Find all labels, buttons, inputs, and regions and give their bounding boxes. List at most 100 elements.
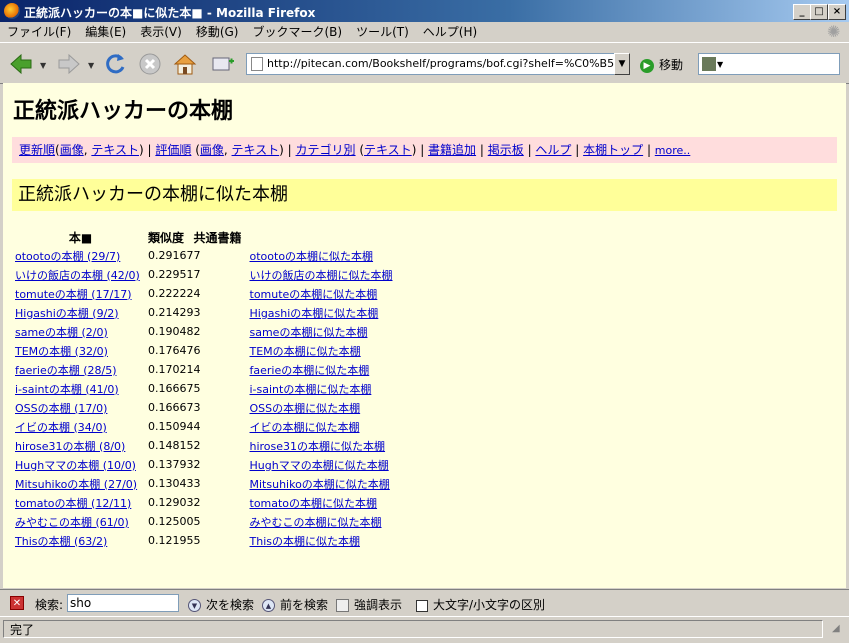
col-header-similarity: 類似度 — [148, 230, 185, 245]
shelf-link[interactable]: otootoの本棚 (29/7) — [15, 250, 120, 263]
shelf-link[interactable]: i-saintの本棚 (41/0) — [15, 383, 119, 396]
similar-shelves-link[interactable]: hirose31の本棚に似た本棚 — [250, 440, 386, 453]
navigation-toolbar: ▼ ▼ http://pitecan.com/Bookshelf/program… — [0, 42, 849, 84]
nav-link-rating-text[interactable]: テキスト — [232, 143, 280, 157]
shelf-link[interactable]: Thisの本棚 (63/2) — [15, 535, 107, 548]
checkbox-icon — [416, 599, 428, 612]
common-books-count: 7 — [193, 249, 201, 262]
new-tab-icon[interactable] — [210, 51, 236, 77]
col-header-shelf: 本■ — [68, 230, 93, 245]
menu-bookmarks[interactable]: ブックマーク(B) — [245, 22, 349, 42]
shelf-nav-bar: 更新順(画像, テキスト) | 評価順 (画像, テキスト) | カテゴリ別 (… — [12, 137, 837, 163]
url-input[interactable]: http://pitecan.com/Bookshelf/programs/bo… — [246, 53, 618, 75]
menu-view[interactable]: 表示(V) — [133, 22, 189, 42]
similar-shelves-table: 本■ 類似度 共通書籍 otootoの本棚 (29/7) 0.29167 7 otoo… — [13, 228, 393, 550]
similarity-score: 0.19048 — [148, 325, 194, 338]
back-history-dropdown-icon[interactable]: ▼ — [40, 61, 46, 70]
nav-link-category-text[interactable]: テキスト — [364, 143, 412, 157]
highlight-button[interactable]: 強調表示 — [336, 596, 402, 613]
nav-link-rating-image[interactable]: 画像 — [200, 143, 224, 157]
shelf-link[interactable]: tomatoの本棚 (12/11) — [15, 497, 131, 510]
table-row: sameの本棚 (2/0) 0.19048 2 sameの本棚に似た本棚 — [13, 322, 393, 341]
nav-link-help[interactable]: ヘルプ — [535, 143, 571, 157]
similar-shelves-link[interactable]: イビの本棚に似た本棚 — [250, 421, 360, 434]
menu-tools[interactable]: ツール(T) — [349, 22, 416, 42]
find-next-button[interactable]: ▼ 次を検索 — [188, 596, 254, 613]
similarity-score: 0.12500 — [148, 515, 194, 528]
similar-shelves-link[interactable]: i-saintの本棚に似た本棚 — [250, 383, 372, 396]
menu-file[interactable]: ファイル(F) — [0, 22, 78, 42]
nav-link-more[interactable]: more.. — [655, 144, 691, 157]
nav-link-recent-image[interactable]: 画像 — [60, 143, 84, 157]
shelf-link[interactable]: hirose31の本棚 (8/0) — [15, 440, 125, 453]
back-arrow-icon[interactable] — [8, 51, 34, 77]
nav-link-recent-text[interactable]: テキスト — [91, 143, 139, 157]
similar-shelves-link[interactable]: tomuteの本棚に似た本棚 — [250, 288, 378, 301]
nav-link-bbs[interactable]: 掲示板 — [488, 143, 524, 157]
shelf-link[interactable]: OSSの本棚 (17/0) — [15, 402, 107, 415]
common-books-count: 3 — [193, 477, 201, 490]
nav-link-rating[interactable]: 評価順 — [155, 143, 191, 157]
search-engine-dropdown-icon[interactable]: ▼ — [717, 60, 723, 69]
shelf-link[interactable]: イビの本棚 (34/0) — [15, 421, 107, 434]
similar-shelves-link[interactable]: いけの飯店の本棚に似た本棚 — [250, 269, 393, 282]
shelf-link[interactable]: みやむこの本棚 (61/0) — [15, 516, 129, 529]
shelf-link[interactable]: faerieの本棚 (28/5) — [15, 364, 117, 377]
similar-shelves-link[interactable]: TEMの本棚に似た本棚 — [250, 345, 361, 358]
reload-icon[interactable] — [102, 51, 128, 77]
table-row: i-saintの本棚 (41/0) 0.16667 5 i-saintの本棚に似た本棚 — [13, 379, 393, 398]
menu-help[interactable]: ヘルプ(H) — [416, 22, 484, 42]
close-findbar-icon[interactable]: ✕ — [10, 596, 24, 610]
home-icon[interactable] — [172, 51, 198, 77]
table-row: TEMの本棚 (32/0) 0.17647 6 TEMの本棚に似た本棚 — [13, 341, 393, 360]
find-next-icon: ▼ — [188, 599, 201, 612]
match-case-checkbox[interactable]: 大文字/小文字の区別 — [416, 596, 545, 613]
similar-shelves-link[interactable]: Higashiの本棚に似た本棚 — [250, 307, 379, 320]
similarity-score: 0.21429 — [148, 306, 194, 319]
search-engine-icon[interactable] — [702, 57, 716, 71]
url-history-dropdown-button[interactable]: ▼ — [614, 53, 630, 75]
shelf-link[interactable]: Higashiの本棚 (9/2) — [15, 307, 119, 320]
page-content: 正統派ハッカーの本棚 更新順(画像, テキスト) | 評価順 (画像, テキスト… — [3, 83, 846, 588]
maximize-button[interactable]: □ — [810, 4, 828, 20]
shelf-link[interactable]: tomuteの本棚 (17/17) — [15, 288, 132, 301]
go-arrow-icon: ▶ — [640, 58, 654, 73]
shelf-link[interactable]: Mitsuhikoの本棚 (27/0) — [15, 478, 137, 491]
similar-shelves-link[interactable]: Thisの本棚に似た本棚 — [250, 535, 360, 548]
similar-shelves-link[interactable]: OSSの本棚に似た本棚 — [250, 402, 361, 415]
find-previous-button[interactable]: ▲ 前を検索 — [262, 596, 328, 613]
minimize-button[interactable]: _ — [793, 4, 811, 20]
menu-go[interactable]: 移動(G) — [189, 22, 246, 42]
go-button[interactable]: ▶ 移動 — [640, 56, 683, 73]
search-engine-input[interactable]: ▼ — [698, 53, 840, 75]
similarity-score: 0.12903 — [148, 496, 194, 509]
find-input[interactable]: sho — [67, 594, 179, 612]
table-row: faerieの本棚 (28/5) 0.17021 4 faerieの本棚に似た本棚 — [13, 360, 393, 379]
similar-shelves-link[interactable]: みやむこの本棚に似た本棚 — [250, 516, 382, 529]
similar-shelves-link[interactable]: faerieの本棚に似た本棚 — [250, 364, 370, 377]
common-books-count: 2 — [193, 458, 201, 471]
similar-shelves-link[interactable]: Hughママの本棚に似た本棚 — [250, 459, 389, 472]
shelf-link[interactable]: TEMの本棚 (32/0) — [15, 345, 108, 358]
nav-link-shelf-top[interactable]: 本棚トップ — [583, 143, 643, 157]
resize-grip-icon[interactable]: ◢ — [832, 623, 846, 637]
status-text: 完了 — [3, 620, 823, 638]
similar-shelves-link[interactable]: sameの本棚に似た本棚 — [250, 326, 368, 339]
nav-link-recent[interactable]: 更新順 — [19, 143, 55, 157]
nav-link-category[interactable]: カテゴリ別 — [296, 143, 356, 157]
similar-shelves-link[interactable]: Mitsuhikoの本棚に似た本棚 — [250, 478, 390, 491]
shelf-link[interactable]: sameの本棚 (2/0) — [15, 326, 108, 339]
shelf-link[interactable]: Hughママの本棚 (10/0) — [15, 459, 136, 472]
table-row: Thisの本棚 (63/2) 0.12195 5 Thisの本棚に似た本棚 — [13, 531, 393, 550]
forward-history-dropdown-icon[interactable]: ▼ — [88, 61, 94, 70]
close-window-button[interactable]: × — [828, 4, 846, 20]
similar-shelves-link[interactable]: otootoの本棚に似た本棚 — [250, 250, 374, 263]
table-row: Hughママの本棚 (10/0) 0.13793 2 Hughママの本棚に似た本棚 — [13, 455, 393, 474]
similar-shelves-link[interactable]: tomatoの本棚に似た本棚 — [250, 497, 378, 510]
stop-icon[interactable] — [137, 51, 163, 77]
menu-edit[interactable]: 編集(E) — [78, 22, 133, 42]
col-header-link — [250, 228, 393, 246]
nav-link-add-book[interactable]: 書籍追加 — [428, 143, 476, 157]
shelf-link[interactable]: いけの飯店の本棚 (42/0) — [15, 269, 140, 282]
forward-arrow-icon[interactable] — [56, 51, 82, 77]
